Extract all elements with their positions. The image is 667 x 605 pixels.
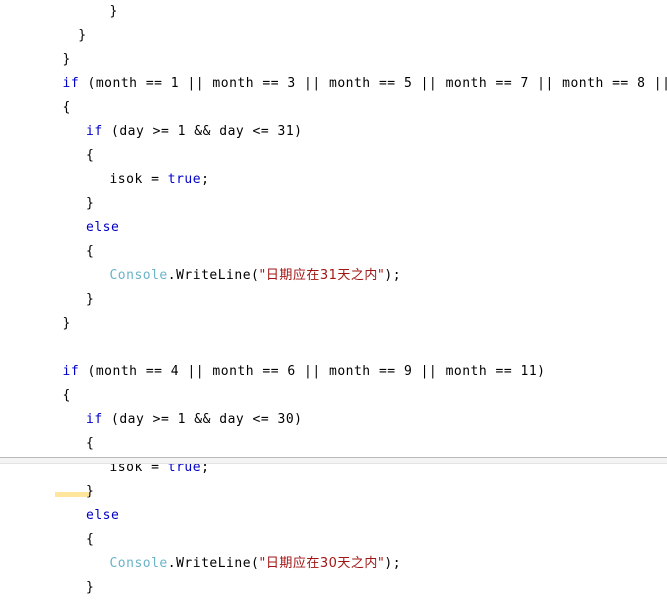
code-token: .WriteLine(	[167, 268, 260, 283]
code-token: (month == 4 || month == 6 || month == 9 …	[79, 364, 546, 379]
code-line[interactable]: }	[0, 480, 667, 504]
code-line[interactable]: {	[0, 144, 667, 168]
code-token: }	[86, 580, 95, 595]
code-token: }	[62, 316, 71, 331]
code-line[interactable]: }	[0, 288, 667, 312]
code-token: ;	[201, 172, 210, 187]
code-line[interactable]: else	[0, 216, 667, 240]
code-token: {	[86, 436, 95, 451]
code-line[interactable]: }	[0, 192, 667, 216]
code-token: );	[384, 556, 402, 571]
code-token: Console	[109, 268, 168, 283]
code-line[interactable]: if (day >= 1 && day <= 30)	[0, 408, 667, 432]
code-line[interactable]: }	[0, 48, 667, 72]
code-token: else	[86, 508, 120, 523]
code-line[interactable]: {	[0, 528, 667, 552]
code-token: {	[86, 244, 95, 259]
code-text-area[interactable]: }}} if (month == 1 || month == 3 || month…	[0, 0, 667, 605]
code-line[interactable]: {	[0, 96, 667, 120]
code-line[interactable]: }	[0, 312, 667, 336]
code-token: {	[86, 532, 95, 547]
code-line[interactable]: }	[0, 0, 667, 24]
code-token: if	[62, 76, 80, 91]
code-token: }	[109, 4, 118, 19]
code-token: (month == 1 || month == 3 || month == 5 …	[87, 76, 667, 91]
code-editor[interactable]: }}} if (month == 1 || month == 3 || month…	[0, 0, 667, 605]
code-token: );	[384, 268, 402, 283]
code-token: (day >= 1 && day <= 31)	[102, 124, 303, 139]
code-token: {	[62, 100, 71, 115]
code-line[interactable]: Console.WriteLine("日期应在31天之内");	[0, 264, 667, 288]
code-line[interactable]: {	[0, 384, 667, 408]
code-token: isok =	[109, 172, 168, 187]
edit-marker-icon	[55, 492, 89, 497]
code-token: }	[78, 28, 87, 43]
code-token: }	[86, 292, 95, 307]
code-line[interactable]: else	[0, 504, 667, 528]
code-token: "日期应在30天之内"	[259, 556, 385, 571]
code-token: "日期应在31天之内"	[259, 268, 385, 283]
code-token: Console	[109, 556, 168, 571]
code-token: true	[167, 172, 202, 187]
code-token: else	[86, 220, 120, 235]
code-token: if	[86, 412, 103, 427]
code-token: .WriteLine(	[167, 556, 260, 571]
code-line[interactable]: }	[0, 24, 667, 48]
code-token: if	[62, 364, 80, 379]
code-line[interactable]: if (month == 4 || month == 6 || month ==…	[0, 360, 667, 384]
horizontal-splitter[interactable]	[0, 457, 667, 464]
code-line[interactable]: {	[0, 240, 667, 264]
code-line[interactable]: if (day >= 1 && day <= 31)	[0, 120, 667, 144]
code-token: }	[62, 52, 71, 67]
code-line[interactable]	[0, 336, 667, 360]
code-line[interactable]: }	[0, 576, 667, 600]
code-token: (day >= 1 && day <= 30)	[102, 412, 303, 427]
code-line[interactable]: {	[0, 432, 667, 456]
code-token: if	[86, 124, 103, 139]
code-token: {	[62, 388, 71, 403]
code-token: }	[86, 196, 95, 211]
code-line[interactable]: isok = true;	[0, 168, 667, 192]
code-line[interactable]: Console.WriteLine("日期应在30天之内");	[0, 552, 667, 576]
code-token: {	[86, 148, 95, 163]
code-line[interactable]: }	[0, 600, 667, 605]
code-line[interactable]: if (month == 1 || month == 3 || month ==…	[0, 72, 667, 96]
